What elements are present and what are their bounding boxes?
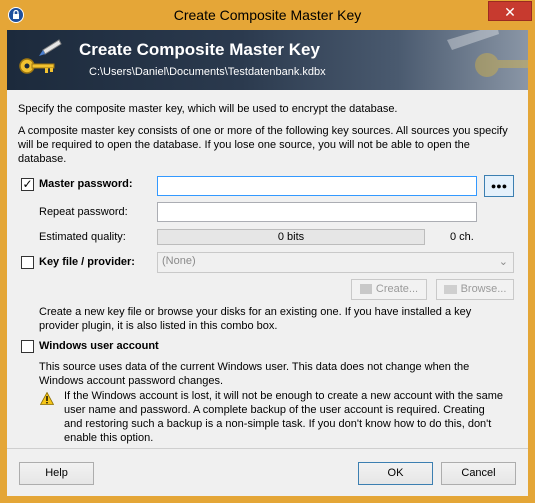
create-button-label: Create... — [375, 283, 419, 295]
create-icon — [359, 284, 372, 295]
quality-bits-text: 0 bits — [277, 231, 305, 243]
repeat-password-label: Repeat password: — [39, 206, 128, 218]
dialog-window: Create Composite Master Key ✕ Create Com… — [0, 0, 535, 503]
ok-button[interactable]: OK — [358, 462, 433, 485]
estimated-quality-label: Estimated quality: — [39, 231, 126, 243]
windows-account-checkbox[interactable] — [21, 340, 34, 353]
master-password-checkbox[interactable]: ✓ — [21, 178, 34, 191]
folder-icon — [443, 284, 457, 294]
dialog-footer: Help OK Cancel — [7, 450, 528, 496]
key-file-hint: Create a new key file or browse your dis… — [39, 306, 472, 332]
help-button[interactable]: Help — [19, 462, 94, 485]
windows-account-warning: If the Windows account is lost, it will … — [64, 390, 504, 444]
show-password-button[interactable]: ●●● — [484, 175, 514, 197]
keys-icon — [19, 39, 62, 74]
intro-text-2: A composite master key consists of one o… — [18, 125, 508, 165]
warning-icon — [40, 392, 54, 405]
header-banner: Create Composite Master Key C:\Users\Dan… — [7, 30, 528, 90]
windows-account-label: Windows user account — [39, 340, 159, 352]
chevron-down-icon: ⌄ — [498, 256, 508, 268]
banner-keys-watermark-icon — [447, 30, 528, 77]
browse-button-label: Browse... — [460, 283, 507, 295]
key-file-checkbox[interactable] — [21, 256, 34, 269]
repeat-password-input[interactable] — [157, 202, 477, 222]
quality-char-count: 0 ch. — [450, 231, 474, 243]
master-password-label: Master password: — [39, 178, 133, 190]
window-title: Create Composite Master Key — [173, 7, 362, 23]
dialog-client: Create Composite Master Key C:\Users\Dan… — [7, 30, 528, 496]
cancel-button[interactable]: Cancel — [441, 462, 516, 485]
key-file-selected-value: (None) — [162, 255, 196, 267]
key-file-provider-select[interactable]: (None) ⌄ — [157, 252, 514, 273]
close-button[interactable]: ✕ — [488, 1, 532, 21]
quality-progress-bar: 0 bits — [157, 229, 425, 245]
banner-title: Create Composite Master Key — [79, 40, 320, 59]
footer-divider — [7, 448, 528, 449]
master-password-input[interactable] — [157, 176, 477, 196]
create-key-file-button[interactable]: Create... — [351, 279, 427, 300]
title-bar[interactable]: Create Composite Master Key ✕ — [0, 0, 535, 30]
key-file-label: Key file / provider: — [39, 256, 135, 268]
banner-database-path: C:\Users\Daniel\Documents\Testdatenbank.… — [89, 66, 326, 78]
windows-account-hint: This source uses data of the current Win… — [39, 361, 470, 387]
intro-text-1: Specify the composite master key, which … — [18, 103, 398, 115]
browse-key-file-button[interactable]: Browse... — [436, 279, 514, 300]
